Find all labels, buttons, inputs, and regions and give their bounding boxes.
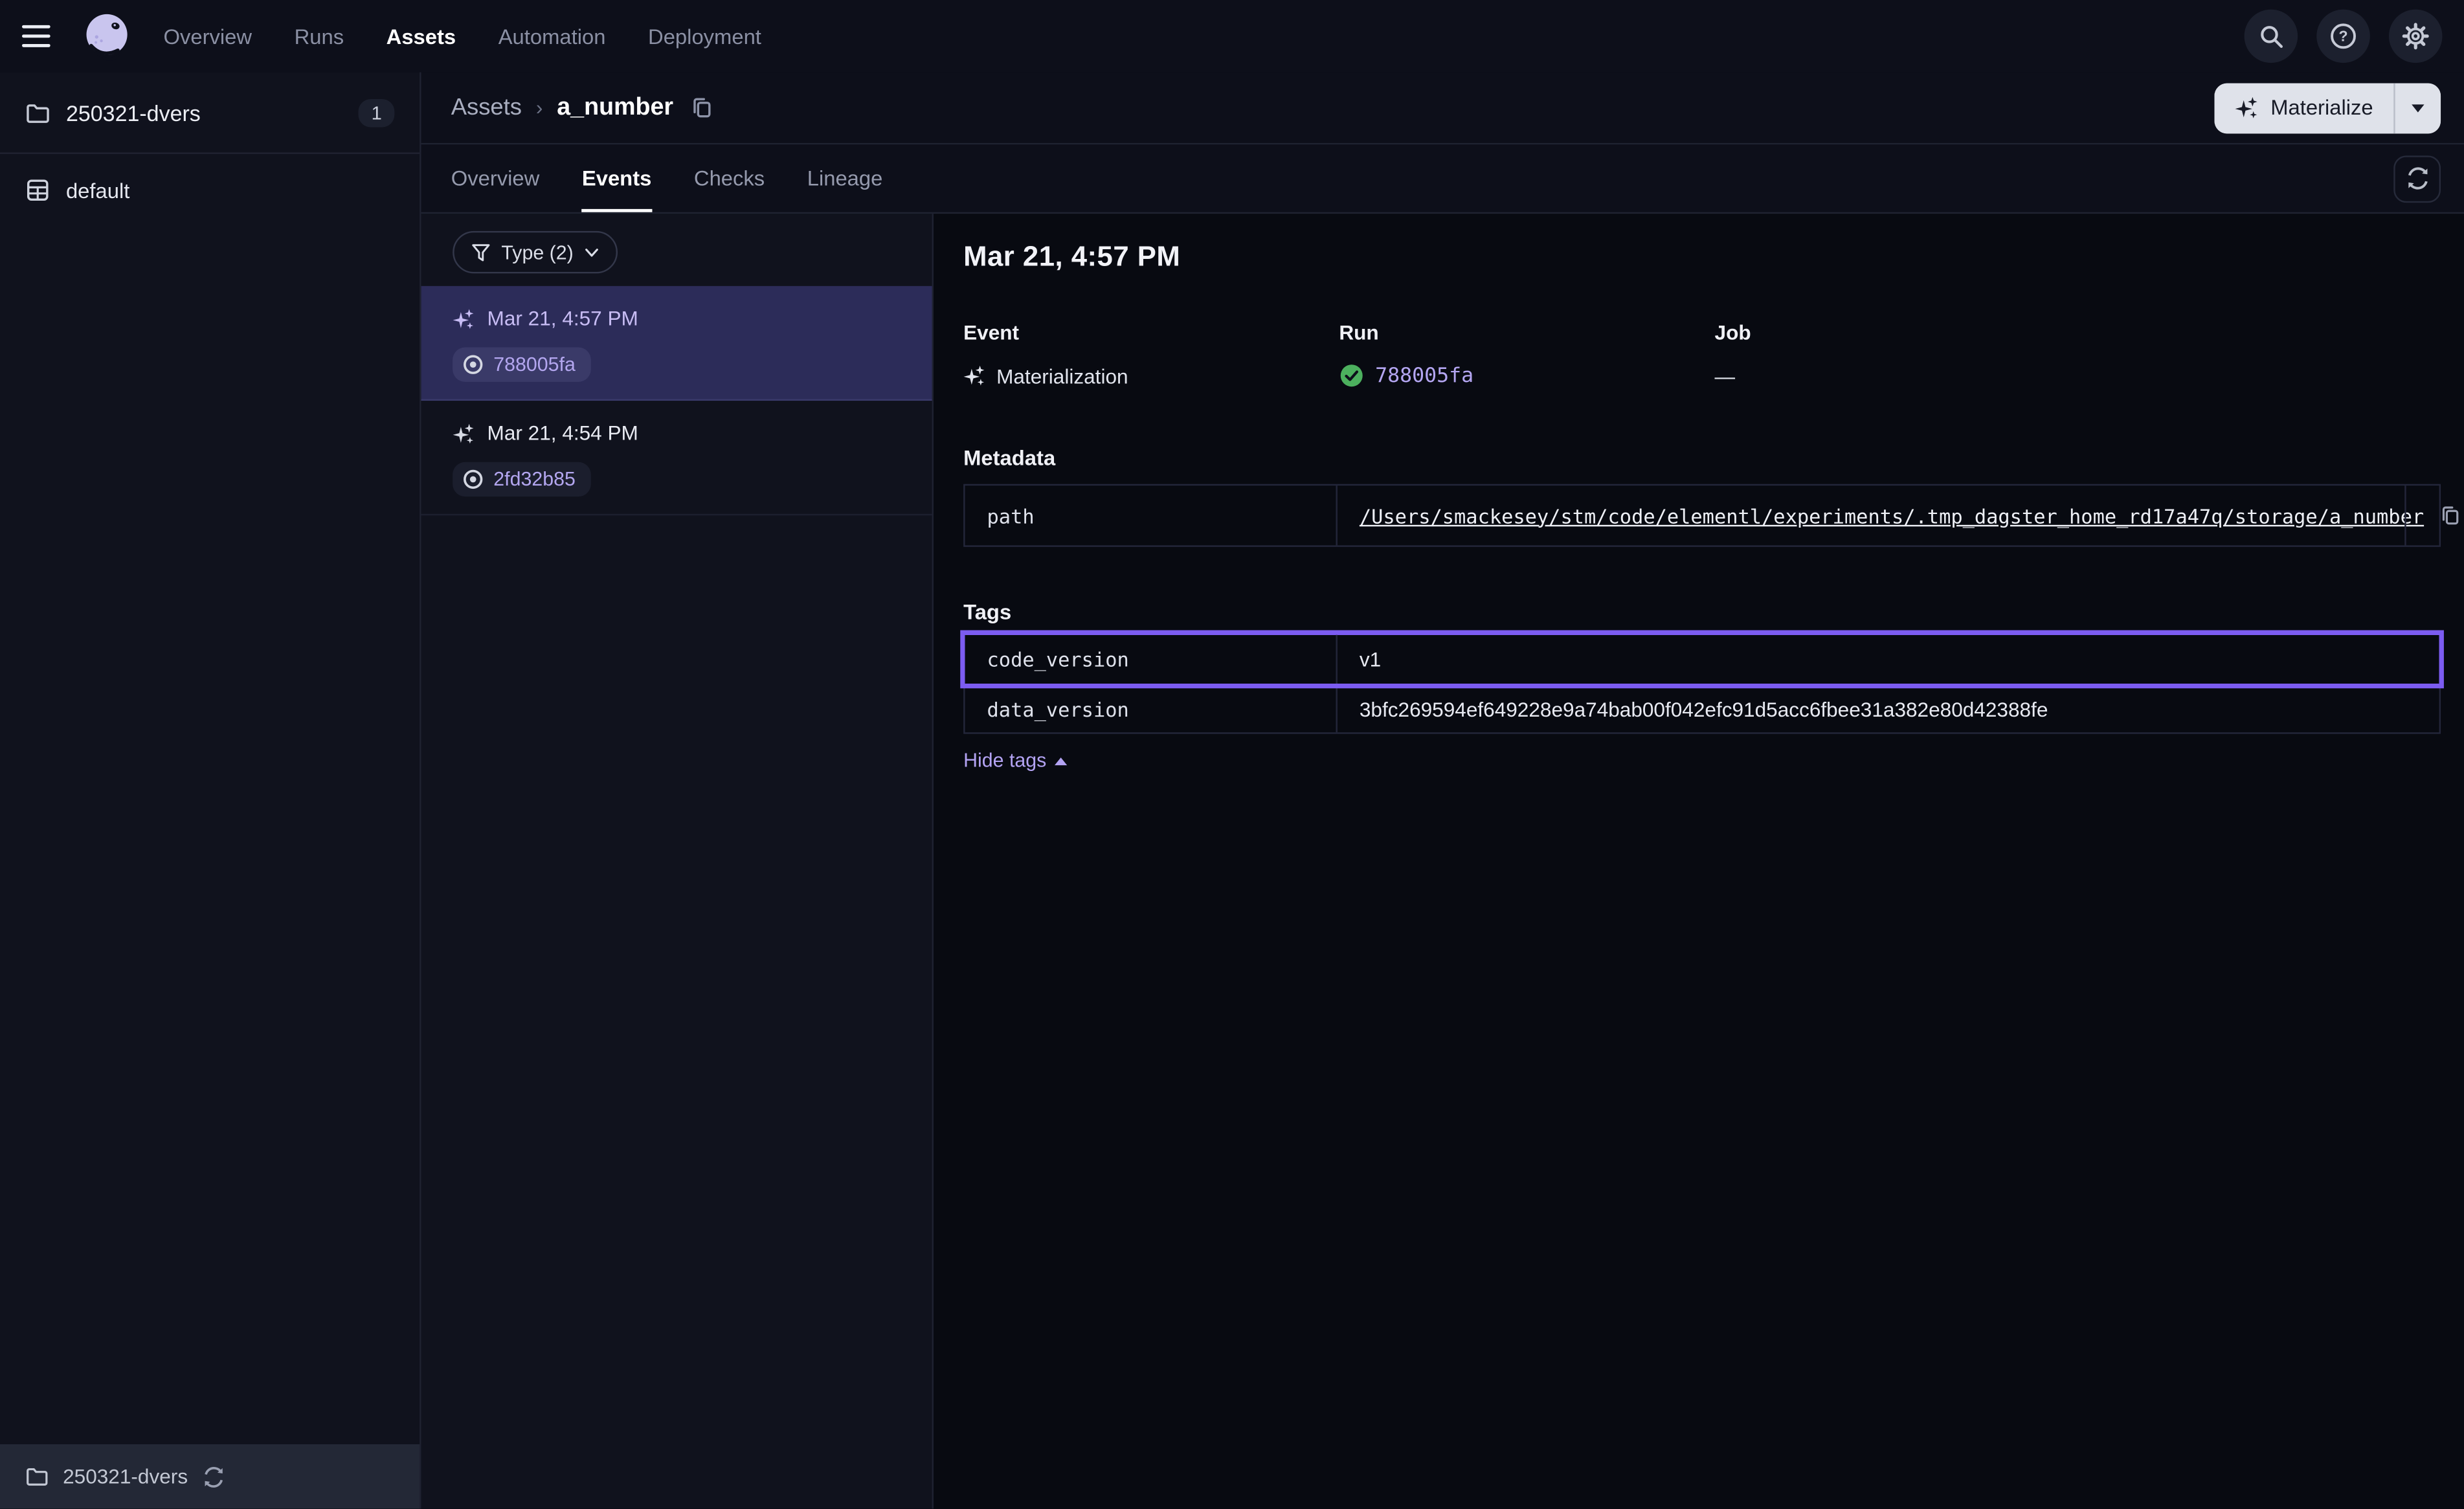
asset-group-icon bbox=[25, 177, 50, 203]
settings-button[interactable] bbox=[2389, 10, 2443, 63]
type-filter-button[interactable]: Type (2) bbox=[453, 231, 618, 274]
event-detail-title: Mar 21, 4:57 PM bbox=[963, 240, 2441, 273]
asset-header: Assets › a_number Materi bbox=[421, 73, 2464, 145]
run-id-label: 788005fa bbox=[493, 353, 576, 375]
run-id-link[interactable]: 788005fa bbox=[1375, 364, 1473, 387]
refresh-button[interactable] bbox=[2393, 155, 2441, 202]
tags-heading: Tags bbox=[963, 600, 2441, 623]
check-circle-icon bbox=[1339, 363, 1364, 388]
nav-item-automation[interactable]: Automation bbox=[498, 25, 606, 48]
materialize-split-button: Materialize bbox=[2214, 82, 2441, 133]
tags-table: code_version v1 data_version 3bfc269594e… bbox=[963, 633, 2441, 733]
tag-value: 3bfc269594ef649228e9a74bab00f042efc91d5a… bbox=[1338, 685, 2439, 732]
dagster-logo[interactable] bbox=[82, 11, 132, 61]
event-time: Mar 21, 4:57 PM bbox=[487, 306, 638, 330]
job-column-label: Job bbox=[1715, 320, 2441, 344]
event-time: Mar 21, 4:54 PM bbox=[487, 421, 638, 445]
job-value: — bbox=[1715, 364, 1736, 387]
tab-lineage[interactable]: Lineage bbox=[807, 144, 883, 212]
sidebar-item-label: default bbox=[66, 179, 129, 202]
sparkle-icon bbox=[453, 422, 475, 444]
materialize-label: Materialize bbox=[2270, 96, 2373, 119]
filter-icon bbox=[471, 243, 490, 262]
table-row-highlighted: code_version v1 bbox=[965, 635, 2439, 684]
sparkle-icon bbox=[453, 307, 475, 330]
sidebar-item-default[interactable]: default bbox=[0, 154, 420, 227]
metadata-table: path /Users/smackesey/stm/code/elementl/… bbox=[963, 484, 2441, 547]
caret-down-icon bbox=[2411, 103, 2425, 113]
copy-path-button[interactable] bbox=[2437, 501, 2464, 530]
help-button[interactable]: ? bbox=[2316, 10, 2370, 63]
sparkle-icon bbox=[2234, 96, 2257, 119]
hamburger-icon[interactable] bbox=[22, 14, 66, 58]
top-nav: Overview Runs Assets Automation Deployme… bbox=[0, 0, 2464, 73]
metadata-key: path bbox=[965, 486, 1338, 545]
metadata-row-actions bbox=[2404, 486, 2439, 545]
sidebar-footer: 250321-dvers bbox=[0, 1444, 420, 1509]
sidebar-footer-label: 250321-dvers bbox=[63, 1465, 188, 1488]
run-column-label: Run bbox=[1339, 320, 1714, 344]
search-button[interactable] bbox=[2245, 10, 2298, 63]
job-column: Job — bbox=[1715, 320, 2441, 390]
copy-asset-name-button[interactable] bbox=[688, 93, 717, 122]
run-id-label: 2fd32b85 bbox=[493, 468, 576, 490]
tab-events[interactable]: Events bbox=[582, 144, 651, 212]
nav-links: Overview Runs Assets Automation Deployme… bbox=[163, 25, 761, 48]
event-list-item[interactable]: Mar 21, 4:54 PM 2fd32b85 bbox=[421, 401, 932, 515]
nav-item-assets[interactable]: Assets bbox=[386, 25, 456, 48]
folder-icon bbox=[25, 1465, 49, 1488]
tag-key: code_version bbox=[965, 635, 1338, 684]
asset-groups-sidebar: 250321-dvers 1 default 250321-dvers bbox=[0, 73, 421, 1509]
event-list-panel: Type (2) Mar 21, 4:57 PM bbox=[421, 214, 934, 1508]
chevron-down-icon bbox=[585, 247, 599, 257]
svg-text:?: ? bbox=[2339, 28, 2348, 45]
copy-icon bbox=[2439, 504, 2461, 526]
run-id-badge[interactable]: 2fd32b85 bbox=[453, 462, 591, 497]
table-row: data_version 3bfc269594ef649228e9a74bab0… bbox=[965, 684, 2439, 732]
metadata-path-link[interactable]: /Users/smackesey/stm/code/elementl/exper… bbox=[1360, 504, 2424, 527]
search-icon bbox=[2257, 23, 2284, 49]
folder-icon bbox=[25, 100, 50, 125]
table-row: path /Users/smackesey/stm/code/elementl/… bbox=[965, 486, 2439, 545]
run-id-badge[interactable]: 788005fa bbox=[453, 347, 591, 381]
sidebar-group-count-badge: 1 bbox=[359, 98, 394, 127]
run-status-icon bbox=[462, 353, 484, 375]
copy-icon bbox=[691, 96, 714, 119]
type-filter-label: Type (2) bbox=[501, 241, 573, 263]
event-type-value: Materialization bbox=[996, 364, 1128, 387]
gear-icon bbox=[2401, 22, 2430, 50]
run-status-icon bbox=[462, 468, 484, 490]
help-icon: ? bbox=[2329, 22, 2358, 50]
metadata-heading: Metadata bbox=[963, 446, 2441, 469]
nav-item-overview[interactable]: Overview bbox=[163, 25, 252, 48]
nav-item-runs[interactable]: Runs bbox=[295, 25, 344, 48]
tag-value: v1 bbox=[1338, 635, 2439, 684]
sync-icon bbox=[2405, 166, 2428, 190]
page-title: a_number bbox=[557, 93, 673, 122]
materialize-button[interactable]: Materialize bbox=[2214, 82, 2393, 133]
tab-overview[interactable]: Overview bbox=[451, 144, 540, 212]
sidebar-group-label: 250321-dvers bbox=[66, 100, 343, 125]
tab-checks[interactable]: Checks bbox=[694, 144, 765, 212]
sync-icon[interactable] bbox=[202, 1466, 224, 1488]
caret-up-icon bbox=[1054, 757, 1066, 765]
materialize-dropdown-button[interactable] bbox=[2393, 82, 2441, 133]
event-list-item[interactable]: Mar 21, 4:57 PM 788005fa bbox=[421, 286, 932, 401]
run-column: Run 788005fa bbox=[1339, 320, 1714, 390]
breadcrumb-separator: › bbox=[536, 96, 543, 119]
tag-key: data_version bbox=[965, 685, 1338, 732]
nav-item-deployment[interactable]: Deployment bbox=[648, 25, 761, 48]
hide-tags-link[interactable]: Hide tags bbox=[963, 750, 1067, 772]
event-column-label: Event bbox=[963, 320, 1339, 344]
event-column: Event Materialization bbox=[963, 320, 1339, 390]
app-root: Overview Runs Assets Automation Deployme… bbox=[0, 0, 2464, 1508]
hide-tags-label: Hide tags bbox=[963, 750, 1046, 772]
asset-tabs: Overview Events Checks Lineage bbox=[421, 144, 2464, 214]
sidebar-group-row[interactable]: 250321-dvers 1 bbox=[0, 73, 420, 154]
breadcrumb-assets-link[interactable]: Assets bbox=[451, 95, 522, 121]
event-detail-panel: Mar 21, 4:57 PM Event Materialization bbox=[934, 214, 2464, 1508]
sparkle-icon bbox=[963, 364, 985, 386]
breadcrumb: Assets › a_number bbox=[451, 93, 717, 122]
